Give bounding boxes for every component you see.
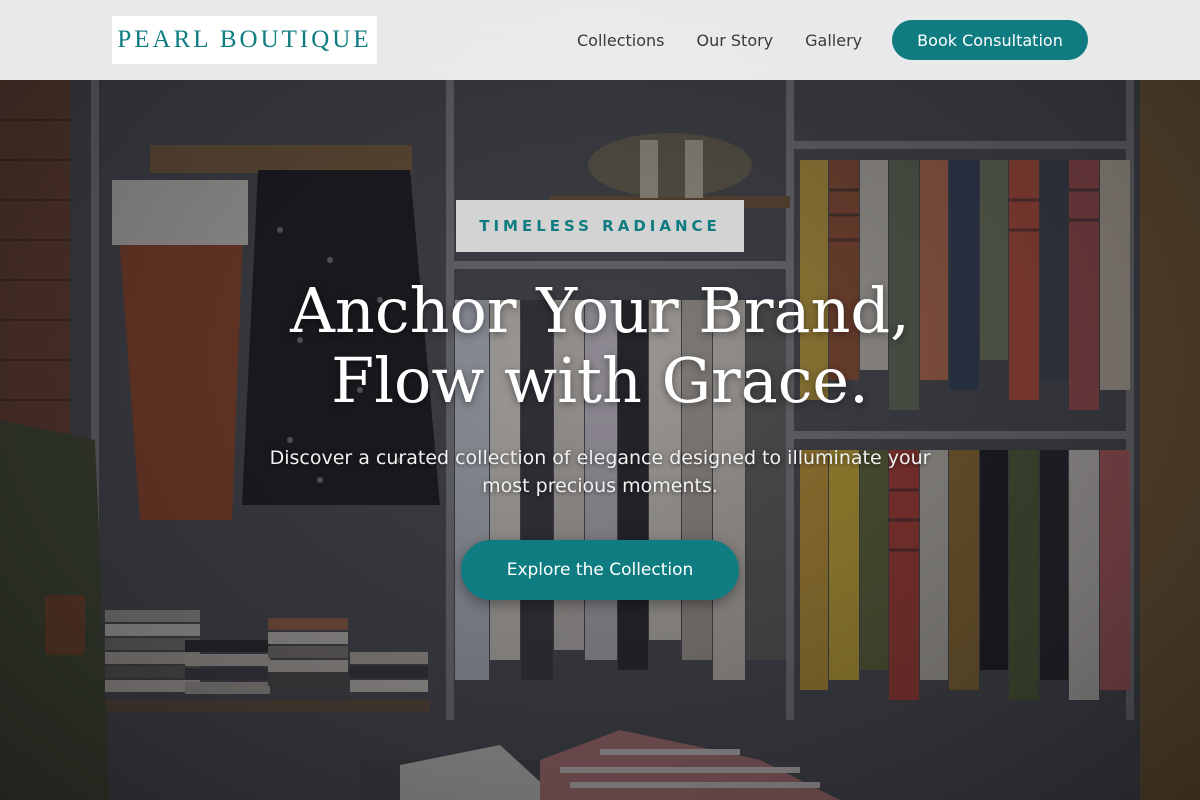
hero-subtitle: Discover a curated collection of eleganc… xyxy=(269,447,931,497)
hero-eyebrow-badge: TIMELESS RADIANCE xyxy=(456,200,744,252)
book-consultation-button[interactable]: Book Consultation xyxy=(892,20,1088,60)
nav-link-collections[interactable]: Collections xyxy=(577,31,664,50)
hero-headline-line1: Anchor Your Brand, xyxy=(290,274,910,347)
hero-headline: Anchor Your Brand, Flow with Grace. xyxy=(200,276,1000,416)
explore-collection-button[interactable]: Explore the Collection xyxy=(461,540,739,600)
hero-headline-line2: Flow with Grace. xyxy=(331,344,869,417)
brand-logo[interactable]: PEARL BOUTIQUE xyxy=(112,16,377,64)
nav-link-gallery[interactable]: Gallery xyxy=(805,31,862,50)
main-nav: Collections Our Story Gallery xyxy=(577,0,862,80)
nav-link-our-story[interactable]: Our Story xyxy=(696,31,773,50)
site-header: PEARL BOUTIQUE Collections Our Story Gal… xyxy=(0,0,1200,80)
